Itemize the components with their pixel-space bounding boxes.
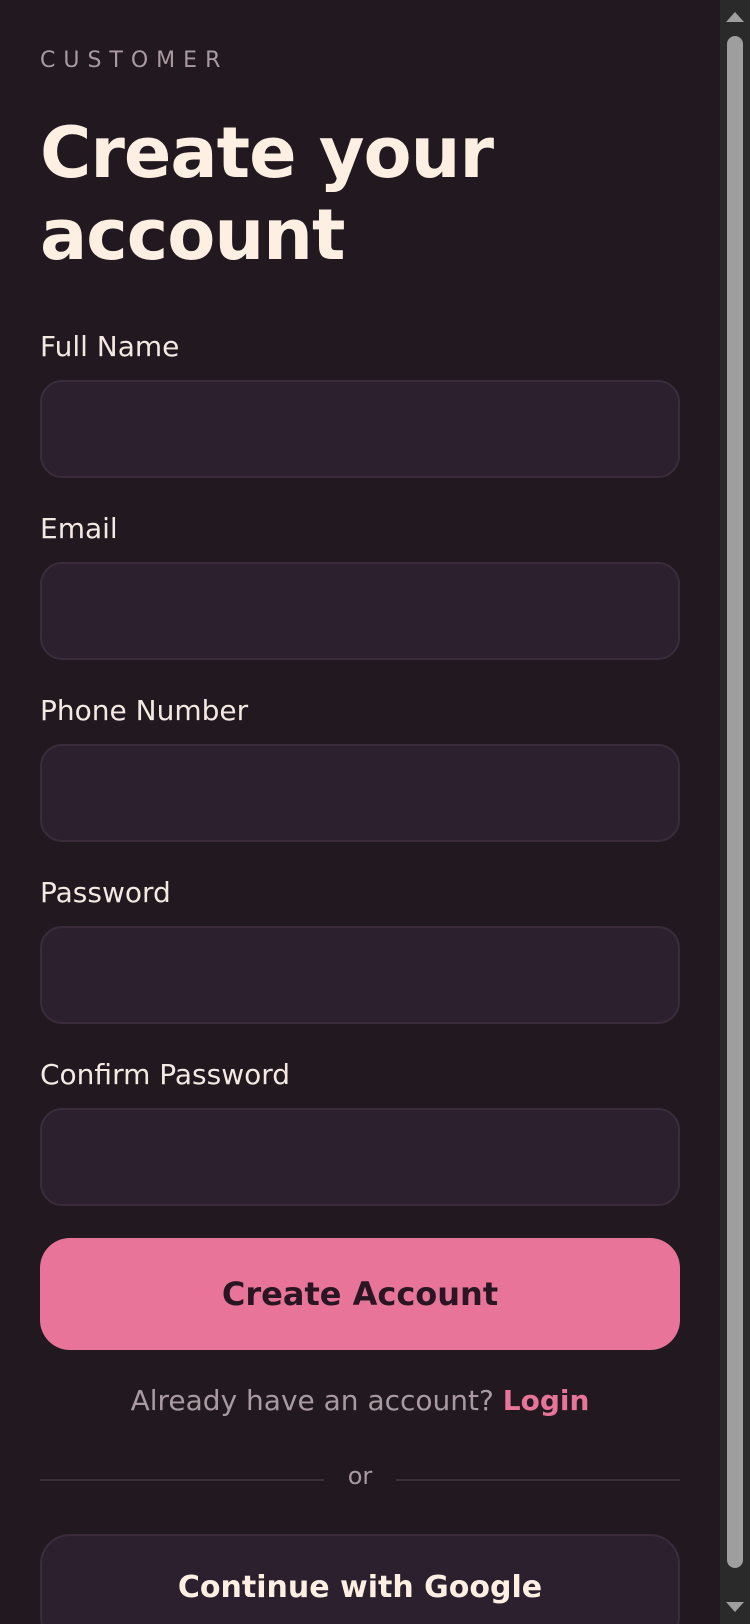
scrollbar-thumb[interactable] [727,36,743,1568]
divider-or-text: or [347,1462,373,1490]
email-input[interactable] [40,562,680,660]
phone-number-input[interactable] [40,744,680,842]
role-eyebrow: CUSTOMER [40,48,229,73]
email-label: Email [40,512,118,545]
vertical-scrollbar[interactable] [720,0,750,1624]
divider-line-right [396,1479,680,1481]
page-title: Create your account [40,112,494,276]
create-account-button[interactable]: Create Account [40,1238,680,1350]
continue-with-google-button[interactable]: Continue with Google [40,1534,680,1624]
phone-number-label: Phone Number [40,694,249,727]
scroll-down-arrow-icon[interactable] [726,1602,744,1612]
login-link[interactable]: Login [503,1384,590,1417]
full-name-label: Full Name [40,330,180,363]
full-name-input[interactable] [40,380,680,478]
scroll-up-arrow-icon[interactable] [726,12,744,22]
login-prompt: Already have an account? Login [40,1384,680,1417]
google-button-label: Continue with Google [177,1570,543,1605]
confirm-password-input[interactable] [40,1108,680,1206]
divider-line-left [40,1479,324,1481]
password-input[interactable] [40,926,680,1024]
login-prompt-text: Already have an account? [130,1384,494,1417]
password-label: Password [40,876,171,909]
confirm-password-label: Confirm Password [40,1058,291,1091]
signup-page: CUSTOMER Create your account Full Name E… [0,0,720,1624]
